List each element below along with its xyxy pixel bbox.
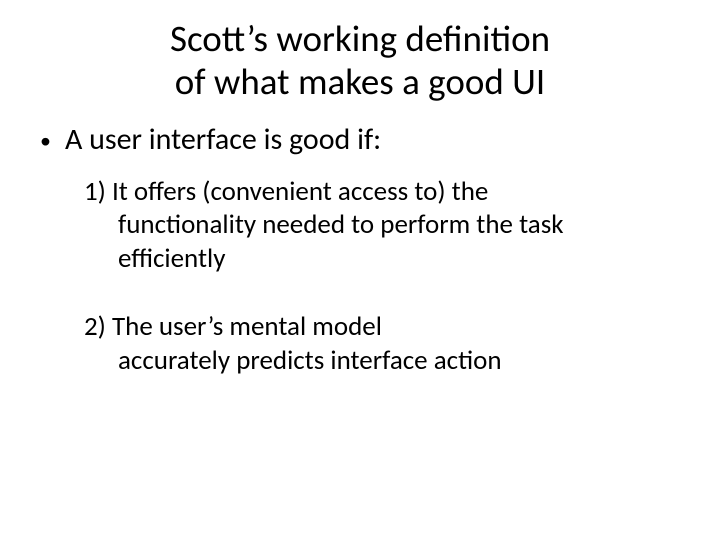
list-item-first-line: 1) It offers (convenient access to) the [84,175,636,209]
list-item-rest: functionality needed to perform the task… [84,208,636,276]
list-item: 2) The user’s mental model accurately pr… [36,310,636,378]
list-item: 1) It offers (convenient access to) the … [36,175,636,276]
list-item-first-line: 2) The user’s mental model [84,310,636,344]
list-item-rest: accurately predicts interface action [84,344,636,378]
main-bullet-text: A user interface is good if: [65,121,684,159]
title-line-1: Scott’s working definition [170,16,550,61]
bullet-icon: • [40,121,51,155]
slide-title: Scott’s working definition of what makes… [36,18,684,103]
title-line-2: of what makes a good UI [175,59,546,104]
main-bullet: • A user interface is good if: [36,121,684,159]
